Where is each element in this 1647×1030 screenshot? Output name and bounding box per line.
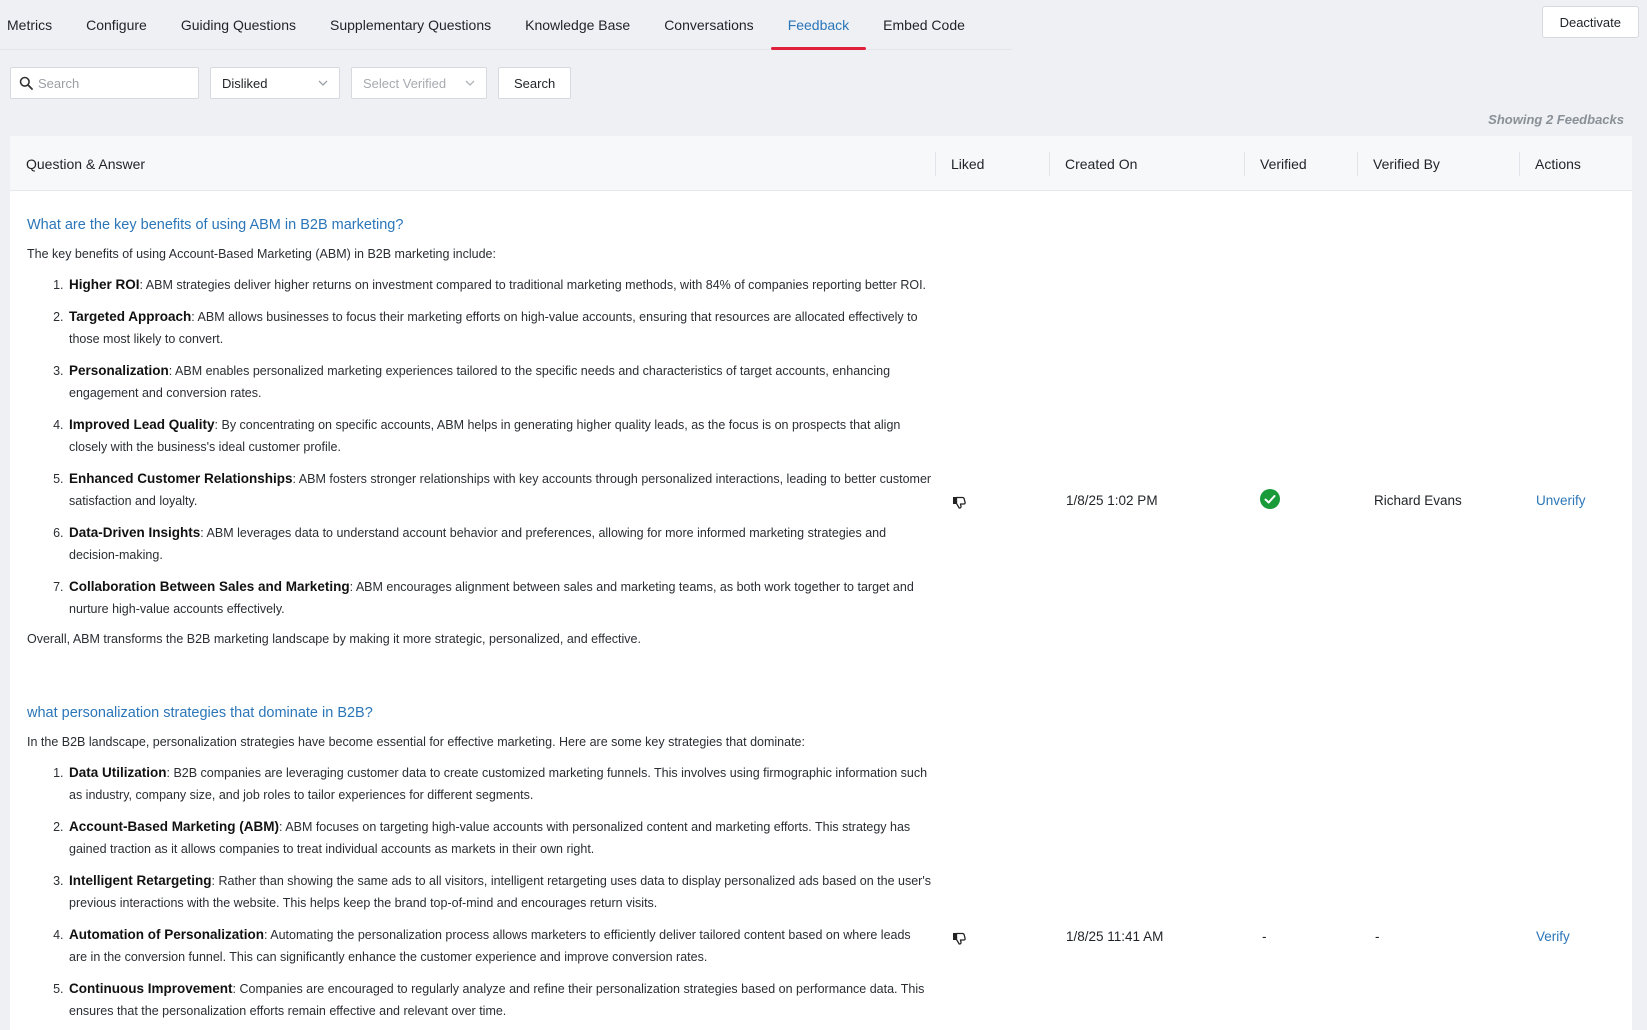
list-item: Targeted Approach: ABM allows businesses… [67, 306, 932, 350]
list-item: Collaboration Between Sales and Marketin… [67, 576, 932, 620]
column-header-verified-by: Verified By [1357, 136, 1440, 191]
liked-filter-select[interactable]: Disliked [210, 67, 340, 99]
tab-feedback[interactable]: Feedback [770, 0, 867, 50]
verified-filter-placeholder: Select Verified [363, 75, 447, 91]
tab-knowledge-base[interactable]: Knowledge Base [508, 0, 647, 50]
list-item: Higher ROI: ABM strategies deliver highe… [67, 274, 932, 296]
tab-guiding-questions[interactable]: Guiding Questions [164, 0, 313, 50]
verified-by-value: - [1375, 929, 1380, 944]
tab-embed-code[interactable]: Embed Code [866, 0, 982, 50]
list-item: Continuous Improvement: Companies are en… [67, 978, 932, 1022]
list-item: Improved Lead Quality: By concentrating … [67, 414, 932, 458]
question-text: What are the key benefits of using ABM i… [27, 217, 404, 233]
tab-metrics[interactable]: Metrics [0, 0, 69, 50]
liked-cell [951, 494, 967, 513]
check-circle-icon [1260, 489, 1280, 509]
list-item: Personalization: ABM enables personalize… [67, 360, 932, 404]
column-header-liked: Liked [935, 136, 984, 191]
chevron-down-icon [465, 80, 475, 86]
answer-outro: Overall, ABM transforms the B2B marketin… [27, 632, 641, 646]
list-item: Intelligent Retargeting: Rather than sho… [67, 870, 932, 914]
verified-value: - [1262, 929, 1267, 944]
question-text: what personalization strategies that dom… [27, 705, 373, 721]
list-item: Account-Based Marketing (ABM): ABM focus… [67, 816, 932, 860]
answer-intro: In the B2B landscape, personalization st… [27, 735, 805, 749]
filter-bar: Disliked Select Verified Search [10, 67, 572, 99]
search-icon [19, 76, 33, 90]
verified-filter-select[interactable]: Select Verified [351, 67, 487, 99]
search-button[interactable]: Search [498, 67, 572, 99]
tab-bar: Metrics Configure Guiding Questions Supp… [0, 0, 1012, 50]
unverify-link[interactable]: Unverify [1536, 493, 1586, 508]
liked-filter-value: Disliked [222, 75, 268, 91]
column-header-verified: Verified [1244, 136, 1307, 191]
list-item: Automation of Personalization: Automatin… [67, 924, 932, 968]
verify-link[interactable]: Verify [1536, 929, 1570, 944]
column-header-actions: Actions [1519, 136, 1581, 191]
created-on-value: 1/8/25 11:41 AM [1066, 929, 1164, 944]
tab-configure[interactable]: Configure [69, 0, 164, 50]
column-header-created: Created On [1049, 136, 1137, 191]
created-on-value: 1/8/25 1:02 PM [1066, 493, 1158, 508]
liked-cell [951, 930, 967, 949]
answer-list: Data Utilization: B2B companies are leve… [27, 762, 932, 1022]
list-item: Data-Driven Insights: ABM leverages data… [67, 522, 932, 566]
verified-cell [1260, 489, 1280, 512]
table-header: Question & Answer Liked Created On Verif… [10, 136, 1632, 191]
list-item: Enhanced Customer Relationships: ABM fos… [67, 468, 932, 512]
search-input[interactable] [38, 75, 188, 91]
tab-supplementary-questions[interactable]: Supplementary Questions [313, 0, 508, 50]
thumbs-down-icon [953, 932, 966, 945]
results-count: Showing 2 Feedbacks [1488, 112, 1624, 127]
search-field[interactable] [10, 67, 199, 99]
list-item: Data Utilization: B2B companies are leve… [67, 762, 932, 806]
deactivate-button[interactable]: Deactivate [1541, 6, 1639, 38]
tab-conversations[interactable]: Conversations [647, 0, 771, 50]
qa-cell: what personalization strategies that dom… [27, 703, 932, 1030]
verified-by-value: Richard Evans [1374, 493, 1462, 508]
feedback-table: Question & Answer Liked Created On Verif… [10, 136, 1632, 1030]
column-header-qa: Question & Answer [26, 155, 146, 172]
chevron-down-icon [318, 80, 328, 86]
qa-cell: What are the key benefits of using ABM i… [27, 215, 932, 648]
answer-intro: The key benefits of using Account-Based … [27, 247, 496, 261]
thumbs-down-icon [953, 496, 966, 509]
answer-list: Higher ROI: ABM strategies deliver highe… [27, 274, 932, 620]
